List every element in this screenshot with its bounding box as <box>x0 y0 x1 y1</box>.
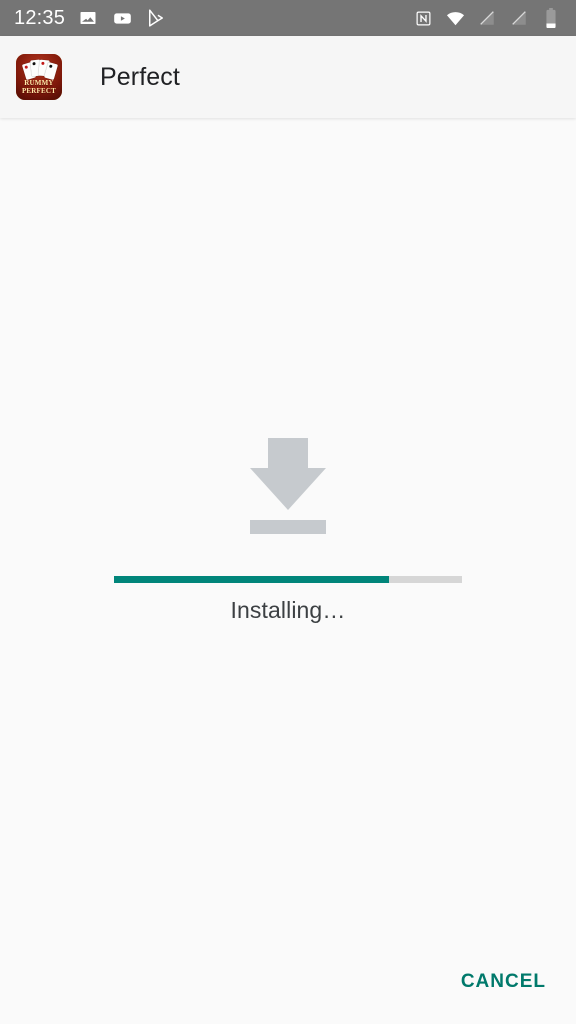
download-arrow-stem <box>268 438 308 470</box>
status-bar-left: 12:35 <box>14 7 167 29</box>
rummy-perfect-app-icon: RUMMY PERFECT <box>16 54 62 100</box>
content-area: Installing… CANCEL <box>0 118 576 1024</box>
card-pip <box>41 61 45 66</box>
download-arrow-icon <box>240 430 336 536</box>
install-status-text: Installing… <box>230 597 346 623</box>
install-progress-bar <box>114 576 462 583</box>
app-icon-wordmark: RUMMY PERFECT <box>18 78 60 96</box>
download-arrow-head <box>250 468 326 510</box>
install-progress-block: Installing… <box>0 430 576 622</box>
footer-actions: CANCEL <box>0 940 576 1024</box>
app-toolbar: RUMMY PERFECT Perfect <box>0 36 576 118</box>
photo-icon <box>77 7 99 29</box>
google-play-icon <box>145 7 167 29</box>
status-bar: 12:35 <box>0 0 576 36</box>
install-progress-fill <box>114 576 389 583</box>
card-pip <box>32 62 36 66</box>
download-tray-bar <box>250 520 326 534</box>
install-screen: 12:35 RUMMY PERFECT Perfect Installing… … <box>0 0 576 1024</box>
app-icon-wordmark-line2: PERFECT <box>21 87 57 95</box>
status-bar-right <box>412 7 566 29</box>
signal-off-2-icon <box>508 7 530 29</box>
card-pip <box>24 65 29 70</box>
status-bar-clock: 12:35 <box>14 7 66 29</box>
app-icon-wordmark-line1: RUMMY <box>24 79 54 87</box>
page-title: Perfect <box>100 62 180 91</box>
signal-off-1-icon <box>476 7 498 29</box>
youtube-icon <box>111 7 133 29</box>
card-pip <box>48 64 53 69</box>
wifi-icon <box>444 7 466 29</box>
cancel-button[interactable]: CANCEL <box>457 961 550 1003</box>
app-icon-cards <box>16 59 62 81</box>
battery-icon <box>540 7 562 29</box>
nfc-icon <box>412 7 434 29</box>
